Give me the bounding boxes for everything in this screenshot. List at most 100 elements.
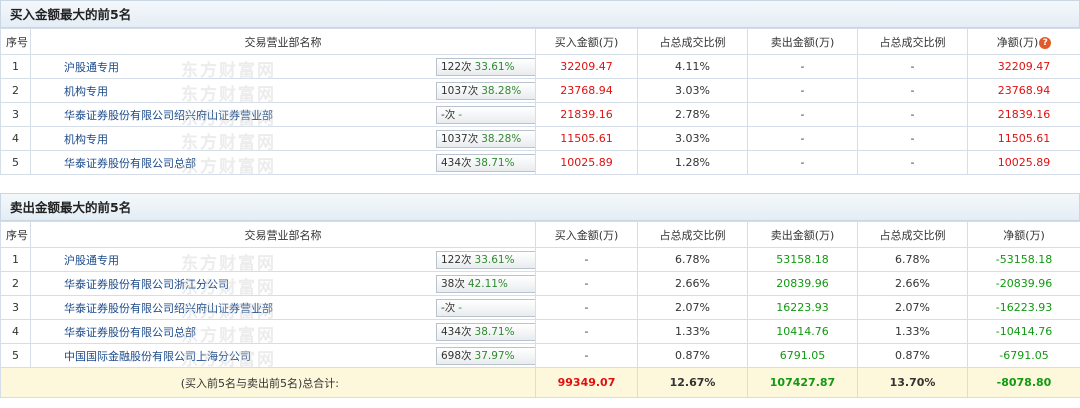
trade-count: -次 [441, 109, 456, 121]
sell-section-title: 卖出金额最大的前5名 [0, 193, 1080, 221]
buy-table: 序号 交易营业部名称 买入金额(万) 占总成交比例 卖出金额(万) 占总成交比例… [0, 28, 1080, 175]
sell-table: 序号 交易营业部名称 买入金额(万) 占总成交比例 卖出金额(万) 占总成交比例… [0, 221, 1080, 398]
net-info-icon[interactable]: ? [1039, 36, 1052, 49]
sell-ratio: 2.66% [857, 271, 968, 296]
sell-amount: - [747, 54, 858, 79]
table-row: 3 东方财富网 华泰证券股份有限公司绍兴府山证券营业部 -次 - -2.07% 16223.… [0, 295, 1080, 320]
total-buy-ratio: 12.67% [637, 367, 748, 398]
net-amount: -16223.93 [967, 295, 1080, 320]
row-index: 3 [0, 102, 31, 127]
total-label: (买入前5名与卖出前5名)总合计: [0, 367, 536, 398]
trade-count: 1037次 [441, 85, 479, 97]
branch-name-link[interactable]: 沪股通专用 [64, 61, 119, 74]
branch-name-link[interactable]: 沪股通专用 [64, 254, 119, 267]
branch-name-link[interactable]: 华泰证券股份有限公司总部 [64, 157, 196, 170]
header-idx: 序号 [0, 28, 31, 55]
sell-ratio: 1.33% [857, 319, 968, 344]
win-rate: 38.28% [481, 85, 522, 97]
buy-ratio: 1.33% [637, 319, 748, 344]
branch-name-link[interactable]: 中国国际金融股份有限公司上海分公司 [64, 350, 251, 363]
header-sell: 卖出金额(万) [747, 28, 858, 55]
header-sell-ratio: 占总成交比例 [857, 221, 968, 248]
stats-dropdown[interactable]: 434次 38.71% [436, 154, 535, 172]
header-name: 交易营业部名称 [30, 28, 536, 55]
header-net: 净额(万)? [967, 28, 1080, 55]
buy-ratio: 0.87% [637, 343, 748, 368]
win-rate: 33.61% [474, 254, 515, 266]
table-row: 5 东方财富网 华泰证券股份有限公司总部 434次 38.71% 10025.89 1.28… [0, 150, 1080, 175]
trade-count: 698次 [441, 350, 472, 362]
branch-name-cell: 东方财富网 华泰证券股份有限公司浙江分公司 38次 42.11% [30, 271, 536, 296]
watermark: 东方财富网 [181, 254, 276, 272]
sell-amount: - [747, 126, 858, 151]
win-rate: 37.97% [474, 350, 515, 362]
branch-name-link[interactable]: 机构专用 [64, 133, 108, 146]
stats-dropdown[interactable]: 122次33.61%? [436, 251, 535, 269]
buy-amount: 21839.16 [535, 102, 638, 127]
buy-amount: - [535, 271, 638, 296]
sell-amount: 6791.05 [747, 343, 858, 368]
header-buy-ratio: 占总成交比例 [637, 221, 748, 248]
buy-amount: - [535, 319, 638, 344]
branch-name-link[interactable]: 机构专用 [64, 85, 108, 98]
net-amount: -10414.76 [967, 319, 1080, 344]
net-amount: -6791.05 [967, 343, 1080, 368]
header-buy: 买入金额(万) [535, 28, 638, 55]
stats-dropdown[interactable]: 1037次 38.28% [436, 82, 535, 100]
buy-ratio: 2.78% [637, 102, 748, 127]
row-index: 2 [0, 78, 31, 103]
buy-amount: 32209.47 [535, 54, 638, 79]
sell-amount: - [747, 78, 858, 103]
stats-dropdown[interactable]: 38次 42.11% [436, 275, 535, 293]
trade-count: 434次 [441, 326, 472, 338]
table-row: 1东方财富网沪股通专用122次33.61%?-6.78%53158.186.78… [0, 247, 1080, 272]
branch-name-cell: 东方财富网 华泰证券股份有限公司总部 434次 38.71% [30, 319, 536, 344]
buy-ratio: 3.03% [637, 126, 748, 151]
win-rate: - [458, 302, 463, 314]
trade-count: 1037次 [441, 133, 479, 145]
net-amount: 11505.61 [967, 126, 1080, 151]
branch-name-cell: 东方财富网 沪股通专用 122次33.61%? [30, 54, 536, 79]
header-net: 净额(万) [967, 221, 1080, 248]
stats-dropdown[interactable]: 122次33.61%? [436, 58, 535, 76]
sell-amount: 10414.76 [747, 319, 858, 344]
branch-name-link[interactable]: 华泰证券股份有限公司绍兴府山证券营业部 [64, 302, 273, 315]
table-row: 4 东方财富网 华泰证券股份有限公司总部 434次 38.71% -1.33% 10414.… [0, 319, 1080, 344]
stats-dropdown[interactable]: 434次 38.71% [436, 323, 535, 341]
table-row: 2 东方财富网 机构专用 1037次 38.28% 23768.94 3.03% - -2376… [0, 78, 1080, 103]
branch-name-link[interactable]: 华泰证券股份有限公司绍兴府山证券营业部 [64, 109, 273, 122]
header-sell: 卖出金额(万) [747, 221, 858, 248]
branch-name-cell: 东方财富网 机构专用 1037次 38.28% [30, 126, 536, 151]
row-index: 1 [0, 247, 31, 272]
sell-amount: 16223.93 [747, 295, 858, 320]
sell-ratio: - [857, 126, 968, 151]
trade-count: 122次 [441, 254, 472, 266]
branch-name-cell: 东方财富网 华泰证券股份有限公司总部 434次 38.71% [30, 150, 536, 175]
sell-amount: 53158.18 [747, 247, 858, 272]
table-row: 4 东方财富网 机构专用 1037次 38.28% 11505.61 3.03% - -1150… [0, 126, 1080, 151]
net-amount: 10025.89 [967, 150, 1080, 175]
branch-name-cell: 东方财富网 华泰证券股份有限公司绍兴府山证券营业部 -次 - [30, 102, 536, 127]
row-index: 5 [0, 343, 31, 368]
buy-amount: - [535, 295, 638, 320]
buy-amount: 11505.61 [535, 126, 638, 151]
trade-count: -次 [441, 302, 456, 314]
stats-dropdown[interactable]: 1037次 38.28% [436, 130, 535, 148]
row-index: 5 [0, 150, 31, 175]
total-net: -8078.80 [967, 367, 1080, 398]
total-buy: 99349.07 [535, 367, 638, 398]
table-row: 3 东方财富网 华泰证券股份有限公司绍兴府山证券营业部 -次 -21839.16 2.78… [0, 102, 1080, 127]
win-rate: 33.61% [474, 61, 515, 73]
stats-dropdown[interactable]: 698次 37.97% [436, 347, 535, 365]
branch-name-link[interactable]: 华泰证券股份有限公司总部 [64, 326, 196, 339]
sell-ratio: 2.07% [857, 295, 968, 320]
header-name: 交易营业部名称 [30, 221, 536, 248]
buy-section-title: 买入金额最大的前5名 [0, 0, 1080, 28]
branch-name-link[interactable]: 华泰证券股份有限公司浙江分公司 [64, 278, 229, 291]
branch-name-cell: 东方财富网 华泰证券股份有限公司绍兴府山证券营业部 -次 - [30, 295, 536, 320]
stats-dropdown[interactable]: -次 - [436, 299, 535, 317]
buy-ratio: 2.07% [637, 295, 748, 320]
sell-top5-panel: 卖出金额最大的前5名 序号 交易营业部名称 买入金额(万) 占总成交比例 卖出金… [0, 193, 1080, 398]
stats-dropdown[interactable]: -次 - [436, 106, 535, 124]
net-amount: 32209.47 [967, 54, 1080, 79]
